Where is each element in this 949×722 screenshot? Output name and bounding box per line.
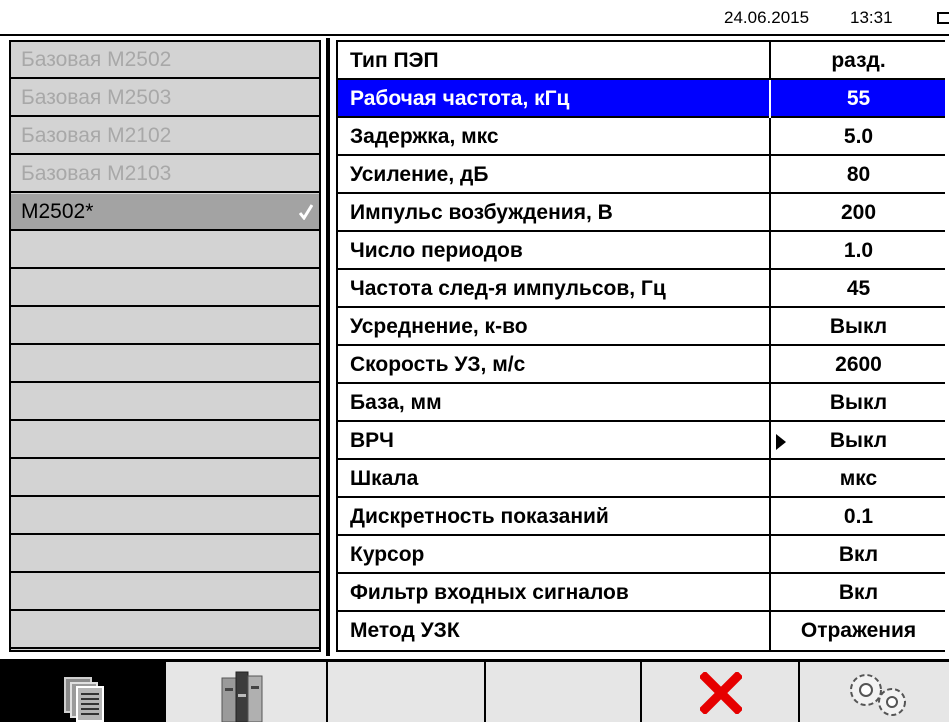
archive-button[interactable]	[168, 662, 328, 722]
param-value: 80	[846, 163, 871, 186]
checkmark-icon	[299, 204, 313, 220]
toolbar-empty-button[interactable]	[330, 662, 486, 722]
profile-item-empty[interactable]	[11, 536, 319, 573]
param-value: 5.0	[843, 125, 874, 148]
profile-item-selected[interactable]: М2502*	[11, 194, 319, 231]
profile-item-empty[interactable]	[11, 308, 319, 345]
settings-gears-icon	[850, 674, 906, 716]
param-row-pulse-voltage[interactable]: Импульс возбуждения, В 200	[338, 194, 945, 232]
panel-divider	[326, 38, 330, 656]
param-name: Рабочая частота, кГц	[350, 87, 570, 110]
param-row-averaging[interactable]: Усреднение, к-во Выкл	[338, 308, 945, 346]
battery-icon	[937, 12, 949, 24]
param-row-base[interactable]: База, мм Выкл	[338, 384, 945, 422]
param-name: Скорость УЗ, м/с	[350, 353, 526, 376]
param-value: 2600	[835, 353, 882, 376]
profile-item[interactable]: Базовая М2102	[11, 118, 319, 155]
close-icon	[700, 672, 742, 714]
param-row-delay[interactable]: Задержка, мкс 5.0	[338, 118, 945, 156]
param-value: Вкл	[838, 543, 879, 566]
param-name: Фильтр входных сигналов	[350, 581, 629, 604]
param-row-periods[interactable]: Число периодов 1.0	[338, 232, 945, 270]
param-name: Тип ПЭП	[350, 49, 439, 72]
profile-item[interactable]: Базовая М2103	[11, 156, 319, 193]
profile-label: Базовая М2103	[21, 162, 172, 185]
param-value: Выкл	[829, 315, 888, 338]
param-name: Частота след-я импульсов, Гц	[350, 277, 666, 300]
profile-item-empty[interactable]	[11, 232, 319, 269]
profile-item-empty[interactable]	[11, 612, 319, 649]
parameters-table: Тип ПЭП разд. Рабочая частота, кГц 55 Заде…	[336, 40, 945, 652]
bottom-toolbar	[0, 659, 949, 722]
profile-item-empty[interactable]	[11, 346, 319, 383]
param-row-pulse-rate[interactable]: Частота след-я импульсов, Гц 45	[338, 270, 945, 308]
param-name: Шкала	[350, 467, 419, 490]
status-date: 24.06.2015	[724, 8, 810, 27]
param-row-method[interactable]: Метод УЗК Отражения	[338, 612, 945, 650]
param-name: Задержка, мкс	[350, 125, 499, 148]
profile-item-empty[interactable]	[11, 460, 319, 497]
device-screen: 24.06.2015 13:31 Базовая М2502 Базовая М…	[0, 0, 949, 722]
documents-button[interactable]	[0, 662, 166, 722]
profile-item-empty[interactable]	[11, 498, 319, 535]
profile-item-empty[interactable]	[11, 574, 319, 611]
param-row-gain[interactable]: Усиление, дБ 80	[338, 156, 945, 194]
param-name: Усреднение, к-во	[350, 315, 528, 338]
profile-item-empty[interactable]	[11, 270, 319, 307]
profile-item-empty[interactable]	[11, 422, 319, 459]
param-name: Усиление, дБ	[350, 163, 489, 186]
param-value: мкс	[839, 467, 878, 490]
param-value: Выкл	[829, 429, 888, 452]
close-button[interactable]	[644, 662, 800, 722]
param-value: 55	[846, 87, 871, 110]
param-row-scale[interactable]: Шкала мкс	[338, 460, 945, 498]
param-value: 0.1	[843, 505, 874, 528]
profile-item[interactable]: Базовая М2502	[11, 42, 319, 79]
param-name: Импульс возбуждения, В	[350, 201, 613, 224]
status-bar: 24.06.2015 13:31	[0, 0, 949, 36]
profile-label: Базовая М2102	[21, 124, 172, 147]
toolbar-empty-button[interactable]	[488, 662, 642, 722]
param-name: База, мм	[350, 391, 442, 414]
param-value: Вкл	[838, 581, 879, 604]
param-name: Метод УЗК	[350, 619, 460, 642]
param-row-velocity[interactable]: Скорость УЗ, м/с 2600	[338, 346, 945, 384]
param-value: разд.	[831, 49, 886, 72]
param-value: 200	[840, 201, 877, 224]
settings-button[interactable]	[802, 662, 949, 722]
param-row-input-filter[interactable]: Фильтр входных сигналов Вкл	[338, 574, 945, 612]
param-value: Отражения	[800, 619, 917, 642]
param-row-frequency[interactable]: Рабочая частота, кГц 55	[338, 80, 945, 118]
archive-icon	[221, 671, 263, 722]
documents-icon	[64, 677, 104, 722]
param-row-cursor[interactable]: Курсор Вкл	[338, 536, 945, 574]
param-name: Курсор	[350, 543, 425, 566]
profile-item-empty[interactable]	[11, 384, 319, 421]
param-value: 1.0	[843, 239, 874, 262]
status-time: 13:31	[850, 8, 893, 27]
profile-label: Базовая М2503	[21, 86, 172, 109]
param-row-tcg[interactable]: ВРЧ Выкл	[338, 422, 945, 460]
param-row-probe-type[interactable]: Тип ПЭП разд.	[338, 42, 945, 80]
profile-label: М2502*	[21, 200, 94, 223]
param-value: 45	[846, 277, 871, 300]
profile-item[interactable]: Базовая М2503	[11, 80, 319, 117]
param-name: Дискретность показаний	[350, 505, 609, 528]
param-name: Число периодов	[350, 239, 523, 262]
profile-label: Базовая М2502	[21, 48, 172, 71]
profile-list: Базовая М2502 Базовая М2503 Базовая М210…	[9, 40, 321, 652]
param-name: ВРЧ	[350, 429, 394, 452]
param-row-resolution[interactable]: Дискретность показаний 0.1	[338, 498, 945, 536]
param-value: Выкл	[829, 391, 888, 414]
